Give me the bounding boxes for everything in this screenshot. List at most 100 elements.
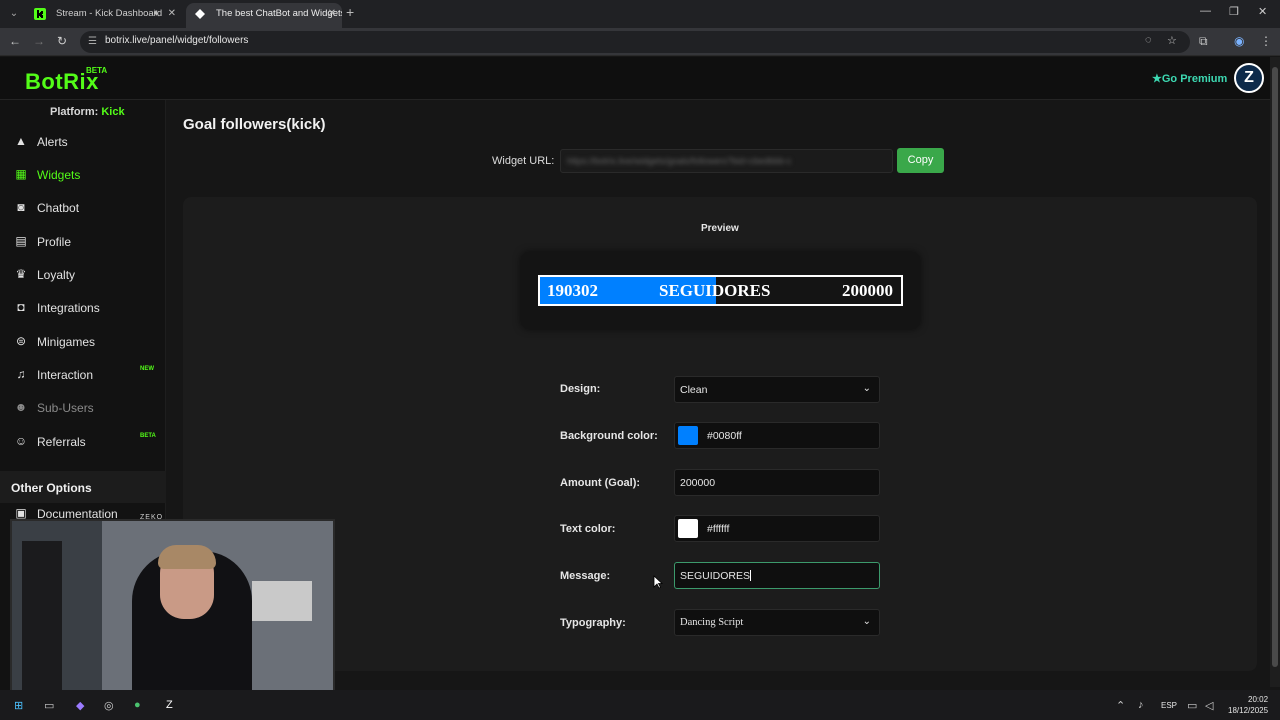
beta-badge: BETA <box>140 433 156 439</box>
close-window-icon[interactable]: ✕ <box>1258 5 1267 18</box>
typography-select[interactable]: Dancing Script ⌄ <box>674 609 880 636</box>
platform-indicator: Platform: Kick <box>50 106 125 118</box>
sidebar-item-chatbot[interactable]: ◙ Chatbot <box>0 196 166 220</box>
widget-url-value: https://botrix.live/widgets/goals/follow… <box>567 156 792 166</box>
users-icon: ☻ <box>14 400 28 414</box>
mouse-cursor-icon <box>653 575 663 589</box>
minimize-icon[interactable]: — <box>1200 5 1211 17</box>
chevron-down-icon: ⌄ <box>862 383 871 394</box>
tab-title: Stream - Kick Dashboard <box>56 8 163 19</box>
widget-url-label: Widget URL: <box>492 155 555 167</box>
tab-muted-icon[interactable]: 🔇︎ <box>154 3 160 25</box>
microphone-arm <box>22 541 62 701</box>
go-premium-button[interactable]: ★Go Premium <box>1152 72 1227 85</box>
taskbar-app-icon[interactable]: ◆ <box>76 699 84 712</box>
browser-tab-bar: ⌄ Stream - Kick Dashboard 🔇︎ ✕ The best … <box>0 0 1280 28</box>
goal-progress-bar: 190302 SEGUIDORES 200000 <box>538 275 903 306</box>
text-color-field[interactable]: #ffffff <box>674 515 880 542</box>
sidebar-item-widgets[interactable]: ▦ Widgets <box>0 163 166 187</box>
browser-menu-icon[interactable]: ⋮ <box>1260 34 1272 48</box>
address-url[interactable]: botrix.live/panel/widget/followers <box>105 35 248 46</box>
star-icon: ★ <box>1152 73 1162 85</box>
windows-taskbar: ⊞ ▭ ◆ ◎ ● Z ⌃ ♪ ESP ▭ ◁ 20:02 18/12/2025 <box>0 690 1280 720</box>
sidebar-item-interaction[interactable]: ♫ Interaction NEW <box>0 363 166 387</box>
webcam-shelf <box>252 581 312 621</box>
scrollbar-thumb[interactable] <box>1272 67 1278 667</box>
sidebar-item-sub-users[interactable]: ☻ Sub-Users <box>0 396 166 420</box>
profile-icon[interactable]: ◉ <box>1234 34 1244 48</box>
tab-search-icon[interactable]: ⌄ <box>6 6 22 22</box>
message-input[interactable]: SEGUIDORES <box>674 562 880 589</box>
restore-icon[interactable]: ❐ <box>1229 5 1239 18</box>
sidebar-item-profile[interactable]: ▤ Profile <box>0 230 166 254</box>
sidebar-item-alerts[interactable]: ▲ Alerts <box>0 130 166 154</box>
taskbar-app-icon[interactable]: ◎ <box>104 699 114 712</box>
eye-off-icon[interactable]: ◌ <box>1145 34 1152 46</box>
preview-label: Preview <box>701 223 739 234</box>
background-color-label: Background color: <box>560 430 658 442</box>
taskbar-clock[interactable]: 20:02 18/12/2025 <box>1228 694 1268 716</box>
new-badge: NEW <box>140 366 154 372</box>
address-bar[interactable]: ☰ botrix.live/panel/widget/followers ◌ ☆ <box>80 31 1190 53</box>
browser-toolbar: ← → ↻ ☰ botrix.live/panel/widget/followe… <box>0 28 1280 56</box>
user-avatar[interactable]: Z <box>1234 63 1264 93</box>
goal-current-value: 190302 <box>547 281 598 300</box>
sidebar-item-loyalty[interactable]: ♛ Loyalty <box>0 263 166 287</box>
referral-icon: ☺ <box>14 434 28 448</box>
message-value: SEGUIDORES <box>680 570 752 582</box>
bookmark-star-icon[interactable]: ☆ <box>1167 34 1177 47</box>
chrome-icon[interactable]: ● <box>134 699 141 711</box>
widget-url-field[interactable]: https://botrix.live/widgets/goals/follow… <box>560 149 893 173</box>
microphone-icon[interactable]: ♪ <box>1138 699 1144 711</box>
gamepad-icon: ⊜ <box>15 334 27 348</box>
typography-value: Dancing Script <box>680 617 744 628</box>
back-icon[interactable]: ← <box>9 34 21 48</box>
text-color-swatch[interactable] <box>678 519 698 538</box>
tab-title: The best ChatBot and Widgets <box>216 8 342 19</box>
sidebar-item-minigames[interactable]: ⊜ Minigames <box>0 330 166 354</box>
tab-close-icon[interactable]: ✕ <box>328 3 336 25</box>
zeko-app-icon[interactable]: Z <box>166 699 173 711</box>
tray-chevron-up-icon[interactable]: ⌃ <box>1116 699 1125 712</box>
design-value: Clean <box>680 384 708 396</box>
id-card-icon: ▤ <box>15 234 27 248</box>
robot-icon: ◙ <box>17 200 25 214</box>
amount-goal-value: 200000 <box>680 477 716 489</box>
background-color-swatch[interactable] <box>678 426 698 445</box>
amount-goal-input[interactable]: 200000 <box>674 469 880 496</box>
sidebar-item-referrals[interactable]: ☺ Referrals BETA <box>0 430 166 454</box>
design-label: Design: <box>560 383 601 395</box>
browser-tab-botrix[interactable]: The best ChatBot and Widgets ✕ <box>186 3 342 28</box>
book-icon: ▣ <box>15 506 27 520</box>
network-icon[interactable]: ▭ <box>1187 699 1197 712</box>
design-select[interactable]: Clean ⌄ <box>674 376 880 403</box>
webcam-name-tag: ZEKO <box>140 514 164 521</box>
typography-label: Typography: <box>560 617 626 629</box>
browser-tab-kick-dashboard[interactable]: Stream - Kick Dashboard 🔇︎ ✕ <box>26 3 182 28</box>
sidebar-item-integrations[interactable]: ◘ Integrations <box>0 296 166 320</box>
copy-button[interactable]: Copy <box>897 148 944 173</box>
warning-icon: ▲ <box>15 134 27 148</box>
taskbar-app-icon[interactable]: ▭ <box>44 699 54 712</box>
page-scrollbar[interactable] <box>1270 57 1280 687</box>
extensions-icon[interactable]: ⧉ <box>1199 34 1208 49</box>
botrix-favicon-icon <box>195 9 205 19</box>
webcam-overlay <box>10 519 335 703</box>
text-caret <box>750 570 752 581</box>
goal-message: SEGUIDORES <box>659 281 771 300</box>
beta-badge: BETA <box>86 66 108 75</box>
app-header: BotRix BETA ★Go Premium Z <box>0 57 1270 100</box>
streamer-hair <box>158 545 216 569</box>
forward-icon[interactable]: → <box>33 34 45 48</box>
windows-start-icon[interactable]: ⊞ <box>14 699 23 712</box>
reload-icon[interactable]: ↻ <box>57 34 67 48</box>
text-color-value: #ffffff <box>707 523 730 535</box>
input-language[interactable]: ESP <box>1161 701 1177 710</box>
volume-icon[interactable]: ◁ <box>1205 699 1213 712</box>
background-color-field[interactable]: #0080ff <box>674 422 880 449</box>
site-info-icon[interactable]: ☰ <box>88 36 97 47</box>
goal-target-value: 200000 <box>842 281 893 300</box>
new-tab-icon[interactable]: + <box>346 4 354 20</box>
tab-close-icon[interactable]: ✕ <box>168 3 176 25</box>
trophy-icon: ♛ <box>15 267 27 281</box>
